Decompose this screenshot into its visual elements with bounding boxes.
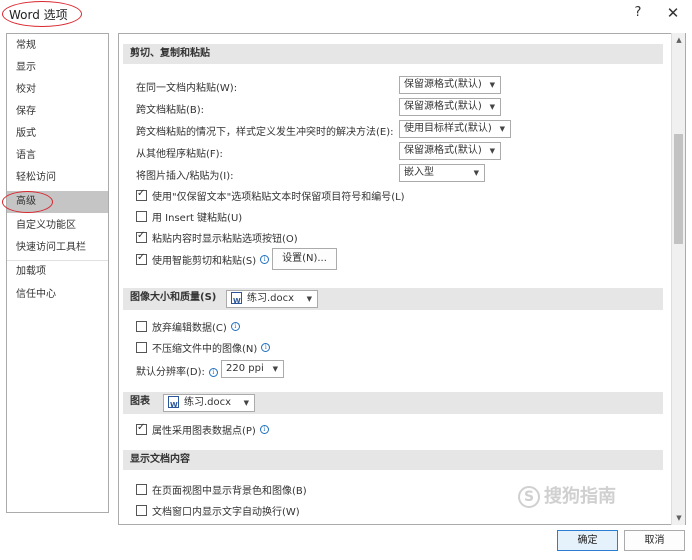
chevron-down-icon: ▼	[489, 81, 495, 89]
info-icon[interactable]: i	[208, 367, 218, 377]
insert-key-paste-checkbox[interactable]	[136, 211, 147, 222]
show-paste-options-checkbox[interactable]	[136, 230, 147, 243]
title-highlight-ellipse	[2, 1, 82, 27]
paste-other-programs-select[interactable]: 保留源格式(默认) ▼	[399, 142, 501, 160]
word-document-icon	[168, 396, 179, 413]
nav-item-trust-center[interactable]: 信任中心	[7, 284, 108, 306]
chevron-down-icon: ▼	[489, 103, 495, 111]
chart-data-point-checkbox[interactable]	[136, 422, 147, 435]
paste-between-docs-select[interactable]: 保留源格式(默认) ▼	[399, 98, 501, 116]
paste-other-programs-label: 从其他程序粘贴(F):	[136, 149, 223, 160]
info-icon[interactable]: i	[260, 255, 270, 264]
nav-item-quick-access-toolbar[interactable]: 快速访问工具栏	[7, 237, 108, 259]
chevron-down-icon: ▼	[489, 147, 495, 155]
default-resolution-label: 默认分辨率(D): i	[136, 363, 218, 378]
smart-cut-paste-checkbox[interactable]	[136, 252, 147, 265]
section-header-image-quality: 图像大小和质量(S)	[123, 288, 663, 310]
paste-between-docs-label: 跨文档粘贴(B):	[136, 105, 205, 116]
options-nav: 常规 显示 校对 保存 版式 语言 轻松访问 高级 自定义功能区 快速访问工具栏…	[6, 33, 109, 513]
wrap-text-option[interactable]: 文档窗口内显示文字自动换行(W)	[136, 503, 300, 518]
word-document-icon	[231, 292, 242, 309]
style-conflict-select[interactable]: 使用目标样式(默认) ▼	[399, 120, 511, 138]
scroll-up-icon[interactable]: ▲	[672, 33, 686, 47]
nav-item-layout[interactable]: 版式	[7, 123, 108, 145]
paste-within-doc-select[interactable]: 保留源格式(默认) ▼	[399, 76, 501, 94]
section-header-show-document-content: 显示文档内容	[123, 450, 663, 470]
watermark: S 搜狗指南	[518, 482, 616, 508]
chevron-down-icon: ▼	[272, 365, 278, 373]
help-button[interactable]: ?	[630, 3, 646, 23]
style-conflict-label: 跨文档粘贴的情况下，样式定义发生冲突时的解决方法(E):	[136, 127, 394, 138]
info-icon[interactable]: i	[230, 322, 240, 331]
paste-within-doc-label: 在同一文档内粘贴(W):	[136, 83, 238, 94]
scroll-down-icon[interactable]: ▼	[672, 511, 686, 525]
title-bar: Word 选项 ? ✕	[0, 0, 692, 28]
ok-button[interactable]: 确定	[557, 530, 618, 551]
chart-title: 图表	[130, 396, 150, 407]
image-quality-doc-select[interactable]: 练习.docx▼	[226, 290, 318, 309]
keep-bullets-option[interactable]: 使用"仅保留文本"选项粘贴文本时保留项目符号和编号(L)	[136, 188, 405, 203]
nav-item-proofing[interactable]: 校对	[7, 79, 108, 101]
smart-paste-settings-button[interactable]: 设置(N)...	[272, 248, 337, 270]
chevron-down-icon: ▼	[473, 169, 479, 177]
discard-editing-data-option[interactable]: 放弃编辑数据(C) i	[136, 319, 240, 334]
chart-doc-select[interactable]: 练习.docx▼	[163, 394, 255, 413]
insert-pictures-select[interactable]: 嵌入型 ▼	[399, 164, 485, 182]
nav-item-add-ins[interactable]: 加载项	[7, 261, 108, 283]
options-content: 剪切、复制和粘贴 在同一文档内粘贴(W): 保留源格式(默认) ▼ 跨文档粘贴(B…	[118, 33, 686, 525]
show-paste-options-option[interactable]: 粘贴内容时显示粘贴选项按钮(O)	[136, 230, 298, 245]
default-resolution-select[interactable]: 220 ppi ▼	[221, 360, 284, 378]
close-button[interactable]: ✕	[664, 3, 682, 23]
info-icon[interactable]: i	[261, 343, 271, 352]
chevron-down-icon: ▼	[499, 125, 505, 133]
scroll-thumb[interactable]	[674, 134, 683, 244]
nav-item-save[interactable]: 保存	[7, 101, 108, 123]
nav-item-language[interactable]: 语言	[7, 145, 108, 167]
wrap-text-checkbox[interactable]	[136, 505, 147, 516]
discard-editing-data-checkbox[interactable]	[136, 321, 147, 332]
chart-data-point-option[interactable]: 属性采用图表数据点(P)i	[136, 422, 269, 437]
nav-item-display[interactable]: 显示	[7, 57, 108, 79]
chevron-down-icon: ▼	[306, 295, 312, 303]
insert-pictures-label: 将图片插入/粘贴为(I):	[136, 171, 234, 182]
watermark-logo-icon: S	[518, 486, 540, 508]
nav-highlight-ellipse	[2, 191, 53, 213]
show-background-checkbox[interactable]	[136, 484, 147, 495]
no-compress-images-checkbox[interactable]	[136, 342, 147, 353]
chevron-down-icon: ▼	[243, 399, 249, 407]
insert-key-paste-option[interactable]: 用 Insert 键粘贴(U)	[136, 209, 242, 224]
keep-bullets-checkbox[interactable]	[136, 188, 147, 201]
nav-item-customize-ribbon[interactable]: 自定义功能区	[7, 215, 108, 237]
smart-cut-paste-option[interactable]: 使用智能剪切和粘贴(S)i	[136, 252, 270, 267]
content-scrollbar[interactable]: ▲ ▼	[671, 33, 685, 525]
nav-item-general[interactable]: 常规	[7, 35, 108, 57]
section-header-cut-copy-paste: 剪切、复制和粘贴	[123, 44, 663, 64]
no-compress-images-option[interactable]: 不压缩文件中的图像(N) i	[136, 340, 271, 355]
info-icon[interactable]: i	[259, 425, 269, 434]
image-quality-title: 图像大小和质量(S)	[130, 292, 217, 303]
cancel-button[interactable]: 取消	[624, 530, 685, 551]
nav-item-accessibility[interactable]: 轻松访问	[7, 167, 108, 189]
show-background-option[interactable]: 在页面视图中显示背景色和图像(B)	[136, 482, 307, 497]
